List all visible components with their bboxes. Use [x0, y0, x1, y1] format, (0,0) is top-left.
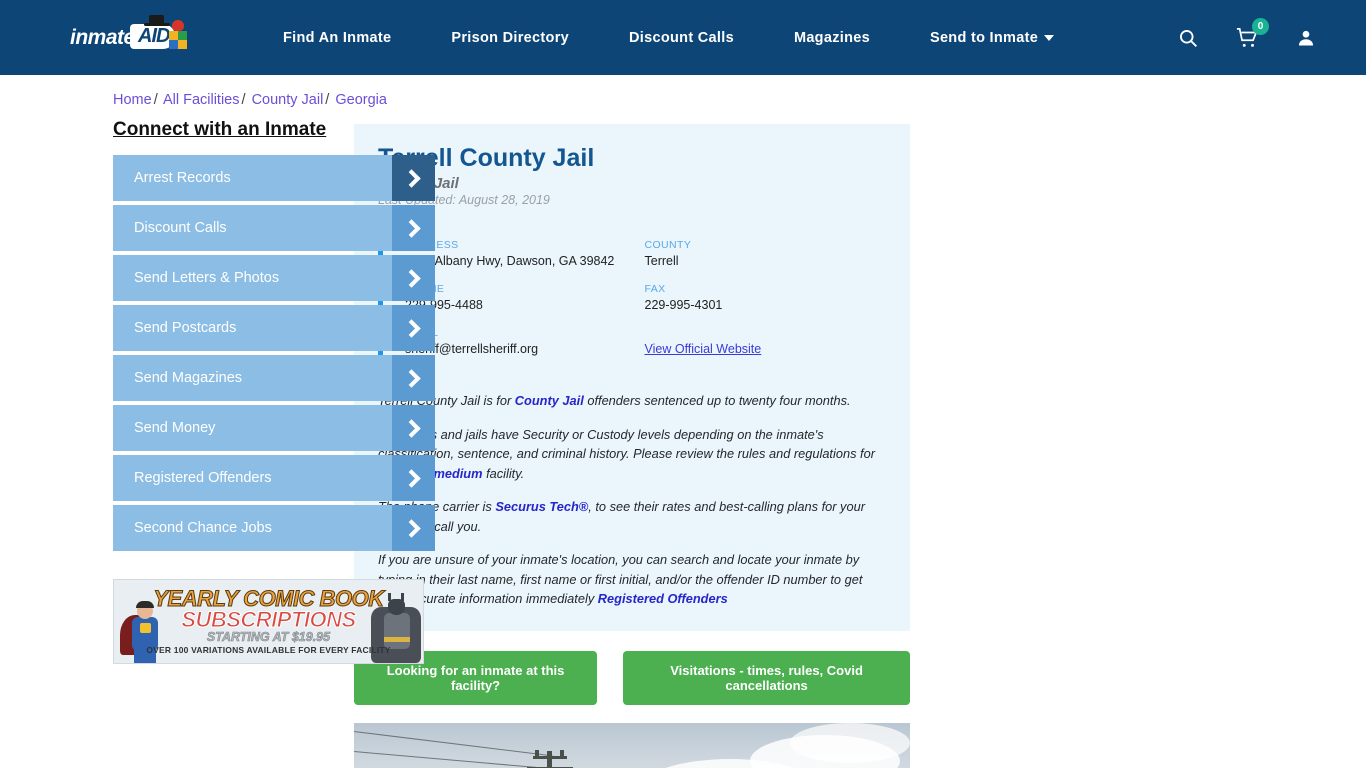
official-website-link[interactable]: View Official Website [645, 342, 762, 356]
chevron-right-icon [392, 405, 435, 451]
phone-label: PHONE [405, 283, 645, 295]
breadcrumb-separator: / [153, 92, 158, 108]
top-hat-icon [144, 14, 170, 27]
cta-button-row: Looking for an inmate at this facility? … [354, 650, 910, 705]
chevron-right-icon [392, 155, 435, 201]
sidebar-item-label: Send Magazines [134, 370, 243, 386]
last-updated-text: Last Updated: August 28, 2019 [378, 193, 550, 207]
email-label: EMAIL [405, 327, 645, 339]
mascot-icon [168, 19, 188, 54]
breadcrumb-item-county-jail[interactable]: County Jail [252, 92, 324, 108]
facility-type: County Jail [378, 175, 459, 192]
sidebar-item-label: Send Postcards [134, 320, 237, 336]
spacer-label [645, 327, 885, 339]
fax-label: FAX [644, 283, 666, 295]
nav-item-send-to-inmate[interactable]: Send to Inmate [900, 30, 1084, 46]
page-body: Home / All Facilities / County Jail / Georg… [0, 92, 1366, 768]
sidebar-item-label: Registered Offenders [134, 470, 272, 486]
ad-subtext: OVER 100 VARIATIONS AVAILABLE FOR EVERY … [146, 645, 391, 655]
address-label: ADDRESS [405, 239, 645, 251]
content-columns: Connect with an Inmate Arrest Records Di… [0, 108, 1366, 768]
email-value: sheriff@terrellsheriff.org [405, 342, 539, 356]
sidebar-item-second-chance-jobs[interactable]: Second Chance Jobs [113, 505, 435, 551]
description-paragraph: If you are unsure of your inmate's locat… [378, 552, 863, 606]
sidebar-item-send-money[interactable]: Send Money [113, 405, 435, 451]
sidebar-item-label: Arrest Records [134, 170, 231, 186]
sidebar-item-label: Send Letters & Photos [134, 270, 280, 286]
county-label: COUNTY [644, 239, 692, 251]
breadcrumb-item-georgia[interactable]: Georgia [335, 92, 387, 108]
search-icon[interactable] [1178, 28, 1198, 48]
page-title: Terrell County Jail [378, 144, 595, 172]
chevron-right-icon [392, 455, 435, 501]
breadcrumb-separator: / [325, 92, 330, 108]
sidebar-item-send-letters-photos[interactable]: Send Letters & Photos [113, 255, 435, 301]
phone-value: 229-995-4488 [405, 298, 483, 312]
chevron-right-icon [392, 355, 435, 401]
sidebar-heading: Connect with an Inmate [113, 119, 327, 140]
address-value: 3110 Albany Hwy, Dawson, GA 39842 [405, 254, 615, 268]
breadcrumb-item-all-facilities[interactable]: All Facilities [163, 92, 240, 108]
sidebar-item-registered-offenders[interactable]: Registered Offenders [113, 455, 435, 501]
site-header: inmate AID Find An Inmate Prison Directo… [0, 0, 1366, 75]
nav-item-find-an-inmate[interactable]: Find An Inmate [253, 30, 421, 46]
breadcrumb-item-home[interactable]: Home [113, 92, 152, 108]
sidebar-item-send-postcards[interactable]: Send Postcards [113, 305, 435, 351]
logo-wordmark: inmate [70, 25, 135, 49]
chevron-right-icon [392, 205, 435, 251]
inline-link[interactable]: County Jail [515, 393, 584, 408]
breadcrumb: Home / All Facilities / County Jail / Georg… [113, 92, 1366, 108]
inline-link[interactable]: Securus Tech® [495, 499, 588, 514]
chevron-right-icon [392, 505, 435, 551]
facility-card: Terrell County Jail County Jail Last Upd… [354, 124, 910, 631]
facility-description: Terrell County Jail is for County Jail o… [378, 391, 884, 609]
nav-item-prison-directory[interactable]: Prison Directory [421, 30, 599, 46]
breadcrumb-separator: / [241, 92, 246, 108]
user-account-icon[interactable] [1296, 28, 1316, 48]
description-paragraph: All prisons and jails have Security or C… [378, 426, 875, 481]
sidebar-item-discount-calls[interactable]: Discount Calls [113, 205, 435, 251]
contact-info-block: ADDRESS 3110 Albany Hwy, Dawson, GA 3984… [378, 239, 884, 371]
header-icon-group: 0 [1178, 17, 1316, 49]
sidebar-item-send-magazines[interactable]: Send Magazines [113, 355, 435, 401]
cart-icon[interactable]: 0 [1236, 17, 1269, 49]
county-value: Terrell [644, 254, 679, 268]
inline-link[interactable]: Registered Offenders [598, 591, 728, 606]
description-paragraph: Terrell County Jail is for County Jail o… [378, 393, 851, 408]
sidebar-item-label: Second Chance Jobs [134, 520, 272, 536]
sidebar-item-label: Send Money [134, 420, 216, 436]
fax-value: 229-995-4301 [644, 298, 723, 312]
main-navigation: Find An Inmate Prison Directory Discount… [253, 30, 1084, 46]
site-logo[interactable]: inmate AID [70, 14, 195, 60]
facility-photo [354, 722, 910, 768]
ad-price-text: STARTING AT $19.95 [206, 630, 331, 645]
description-paragraph: The phone carrier is Securus Tech®, to s… [378, 499, 865, 534]
sidebar-item-arrest-records[interactable]: Arrest Records [113, 155, 435, 201]
cart-count-badge: 0 [1252, 17, 1269, 35]
nav-item-send-to-inmate-label: Send to Inmate [929, 29, 1039, 46]
contact-column-left: ADDRESS 3110 Albany Hwy, Dawson, GA 3984… [405, 239, 645, 371]
chevron-right-icon [392, 255, 435, 301]
sidebar-item-label: Discount Calls [134, 220, 227, 236]
main-content: Terrell County Jail County Jail Last Upd… [354, 108, 910, 768]
chevron-right-icon [392, 305, 435, 351]
visitations-button[interactable]: Visitations - times, rules, Covid cancel… [623, 650, 910, 705]
comic-book-ad-banner[interactable]: YEARLY COMIC BOOK SUBSCRIPTIONS STARTING… [113, 579, 424, 664]
chevron-down-icon [1044, 34, 1055, 41]
sidebar: Connect with an Inmate Arrest Records Di… [0, 108, 435, 768]
nav-item-magazines[interactable]: Magazines [764, 30, 900, 46]
nav-item-discount-calls[interactable]: Discount Calls [599, 30, 764, 46]
contact-column-right: COUNTY Terrell FAX 229-995-4301 View Off… [645, 239, 885, 371]
